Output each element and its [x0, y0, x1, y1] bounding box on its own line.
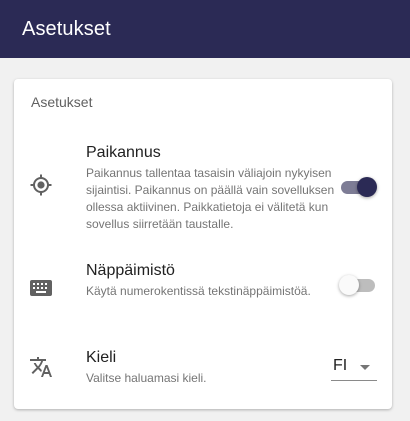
language-select[interactable]: FI — [331, 353, 377, 381]
keyboard-toggle-thumb — [339, 275, 359, 295]
card-title: Asetukset — [31, 94, 93, 110]
app-title: Asetukset — [22, 17, 111, 40]
translate-icon — [28, 354, 54, 380]
setting-language: Kieli Valitse haluamasi kieli. FI — [14, 347, 392, 387]
setting-keyboard-title: Näppäimistö — [86, 262, 175, 279]
setting-location-texts: Paikannus Paikannus tallentaa tasaisin v… — [86, 143, 346, 233]
setting-location-description: Paikannus tallentaa tasaisin väliajoin n… — [86, 166, 335, 231]
setting-location: Paikannus Paikannus tallentaa tasaisin v… — [14, 143, 392, 243]
setting-language-title: Kieli — [86, 349, 117, 366]
gps-location-icon — [28, 172, 54, 198]
location-toggle[interactable] — [339, 177, 377, 197]
dropdown-arrow-icon — [360, 365, 370, 370]
location-toggle-thumb — [357, 177, 377, 197]
setting-keyboard-texts: Näppäimistö Käytä numerokentissä tekstin… — [86, 261, 346, 300]
language-select-value: FI — [333, 357, 348, 374]
setting-language-texts: Kieli Valitse haluamasi kieli. — [86, 348, 346, 387]
settings-card: Asetukset Paikannus Paikannus tallentaa … — [14, 79, 392, 409]
setting-keyboard: Näppäimistö Käytä numerokentissä tekstin… — [14, 261, 392, 321]
setting-language-description: Valitse haluamasi kieli. — [86, 371, 207, 385]
setting-location-title: Paikannus — [86, 144, 161, 161]
keyboard-toggle[interactable] — [339, 275, 377, 295]
keyboard-icon — [28, 275, 54, 301]
setting-keyboard-description: Käytä numerokentissä tekstinäppäimistöä. — [86, 284, 311, 298]
app-bar: Asetukset — [0, 0, 410, 58]
